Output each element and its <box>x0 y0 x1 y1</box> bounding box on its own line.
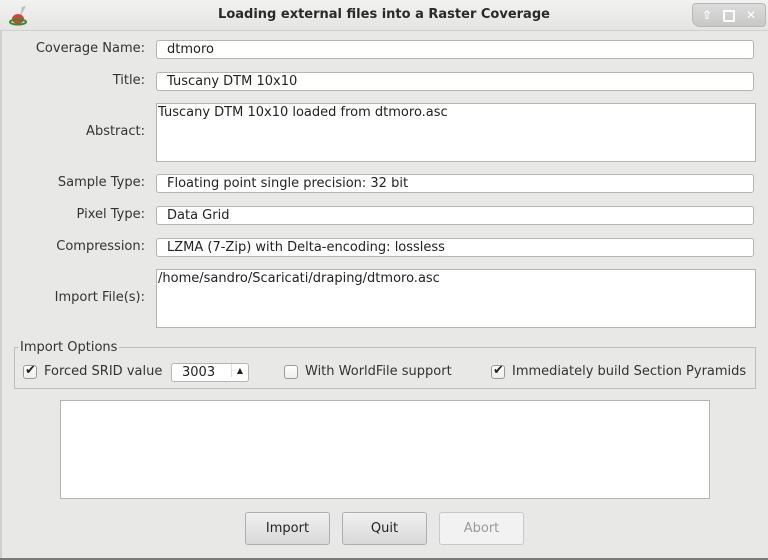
window-controls: ⇧ ✕ <box>692 3 766 27</box>
close-icon: ✕ <box>745 8 757 22</box>
abstract-textarea[interactable]: Tuscany DTM 10x10 loaded from dtmoro.asc <box>156 103 756 162</box>
pixel-type-field: Data Grid <box>156 206 754 225</box>
compression-label: Compression: <box>56 239 145 254</box>
arrow-up-icon: ⇧ <box>701 8 713 22</box>
spin-up-button[interactable]: ▲ <box>231 364 248 377</box>
title-bar: Loading external files into a Raster Cov… <box>0 0 768 31</box>
srid-value: 3003 <box>182 365 216 380</box>
progress-log <box>60 400 710 499</box>
title-label: Title: <box>112 73 145 88</box>
close-button[interactable]: ✕ <box>743 7 759 23</box>
forced-srid-label: Forced SRID value <box>44 364 163 379</box>
maximize-button[interactable] <box>721 7 737 23</box>
coverage-name-label: Coverage Name: <box>35 41 145 56</box>
sample-type-label: Sample Type: <box>57 175 145 190</box>
import-options-title: Import Options <box>18 340 120 355</box>
pyramids-checkbox[interactable]: ✔ <box>491 363 505 379</box>
worldfile-checkbox[interactable] <box>284 365 298 379</box>
triangle-up-icon: ▲ <box>236 366 244 375</box>
checkmark-icon: ✔ <box>25 363 36 378</box>
srid-spinbox[interactable]: 3003 ▲ <box>171 363 249 382</box>
forced-srid-checkbox[interactable]: ✔ <box>23 363 37 379</box>
checkmark-icon: ✔ <box>493 363 504 378</box>
quit-button[interactable]: Quit <box>342 512 427 545</box>
compression-field: LZMA (7-Zip) with Delta-encoding: lossle… <box>156 238 754 257</box>
window-border <box>0 30 2 560</box>
abstract-label: Abstract: <box>86 124 145 139</box>
abort-button: Abort <box>439 512 524 545</box>
title-input[interactable]: Tuscany DTM 10x10 <box>156 72 754 91</box>
pixel-type-label: Pixel Type: <box>76 207 145 222</box>
pyramids-label: Immediately build Section Pyramids <box>512 364 747 379</box>
import-files-textarea[interactable]: /home/sandro/Scaricati/draping/dtmoro.as… <box>156 269 756 328</box>
coverage-name-input[interactable]: dtmoro <box>156 40 754 59</box>
maximize-icon <box>723 10 735 22</box>
shade-button[interactable]: ⇧ <box>699 7 715 23</box>
worldfile-label: With WorldFile support <box>305 364 452 379</box>
sample-type-field: Floating point single precision: 32 bit <box>156 174 754 193</box>
window-title: Loading external files into a Raster Cov… <box>218 7 550 22</box>
import-button[interactable]: Import <box>245 512 330 545</box>
import-files-label: Import File(s): <box>54 290 145 305</box>
